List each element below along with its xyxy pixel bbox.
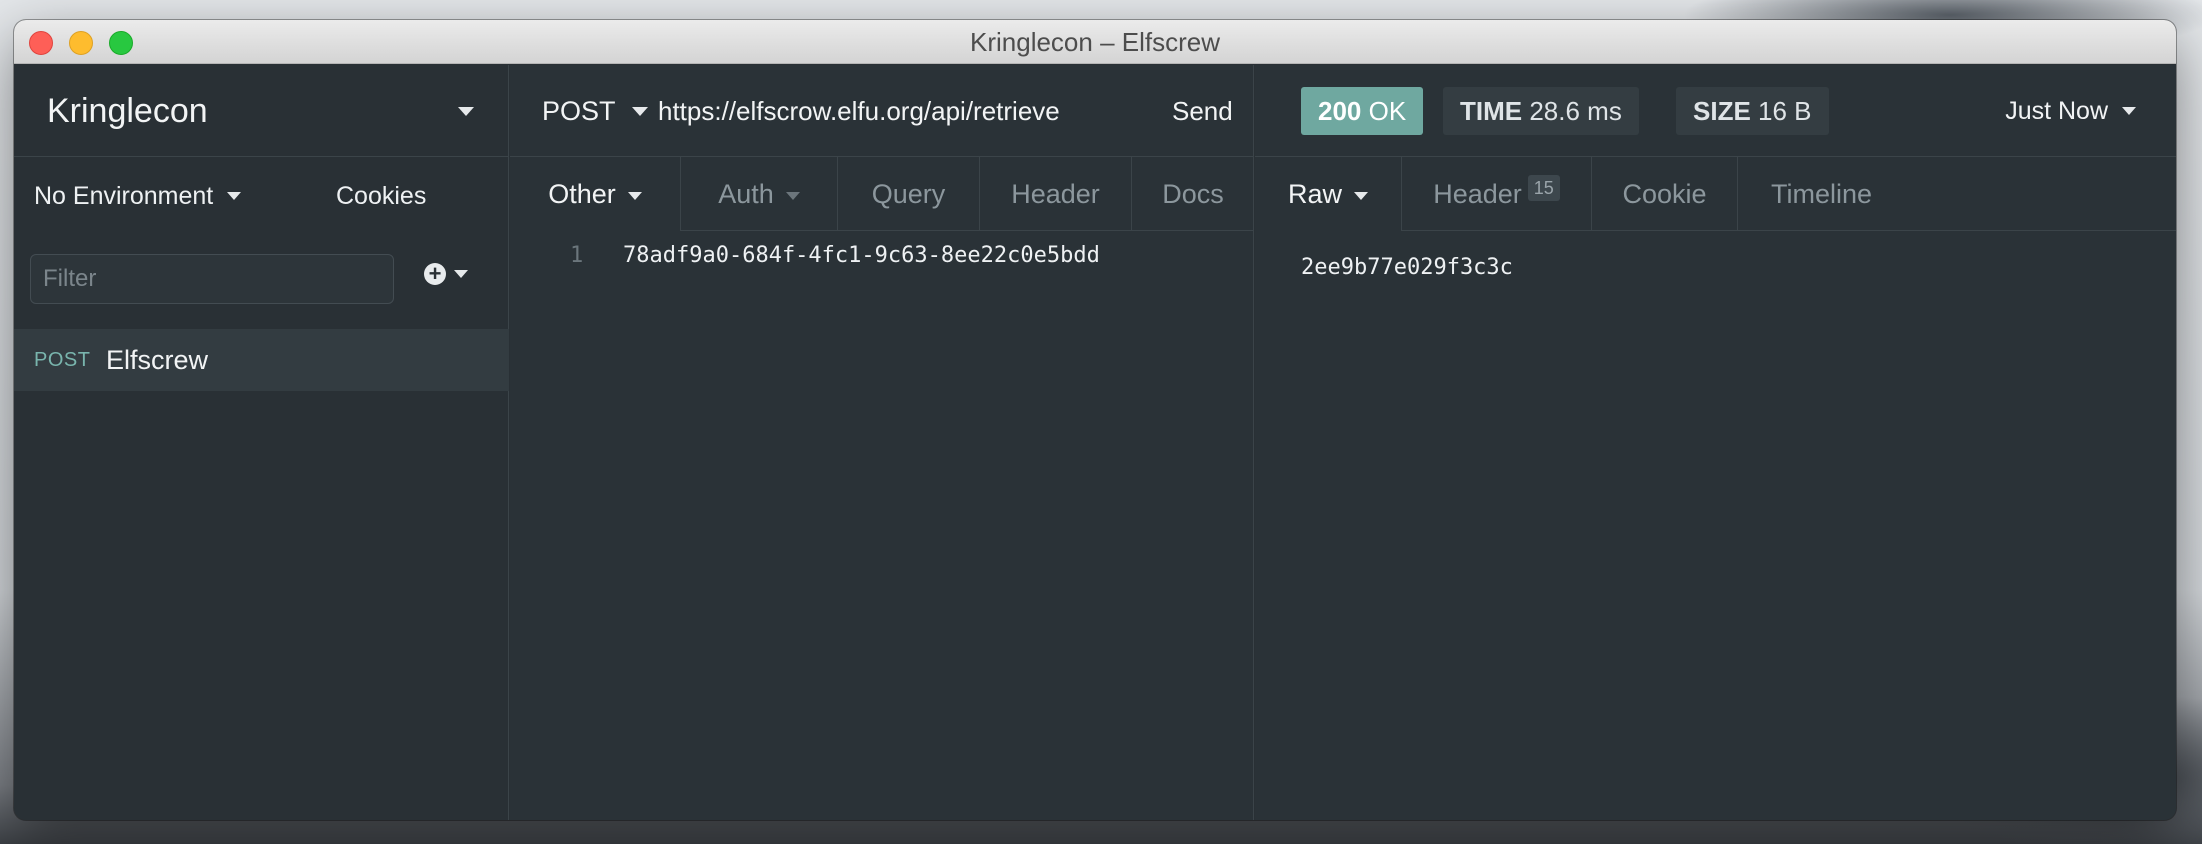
tab-auth[interactable]: Auth xyxy=(680,157,837,231)
chevron-down-icon xyxy=(1354,191,1368,200)
size-label: SIZE xyxy=(1693,96,1751,126)
tab-raw[interactable]: Raw xyxy=(1255,157,1401,232)
workspace-name: Kringlecon xyxy=(47,92,208,130)
send-button[interactable]: Send xyxy=(1172,65,1233,157)
request-method-badge: POST xyxy=(34,348,91,371)
chevron-down-icon[interactable] xyxy=(458,107,474,116)
history-dropdown[interactable]: Just Now xyxy=(2005,65,2136,157)
response-pane: 200 OK TIME 28.6 ms SIZE 16 B Just Now R… xyxy=(1255,65,2176,820)
chevron-down-icon xyxy=(2122,107,2136,115)
tab-label: Other xyxy=(548,179,616,209)
size-badge: SIZE 16 B xyxy=(1676,87,1829,135)
url-input[interactable] xyxy=(658,87,1108,135)
method-dropdown[interactable]: POST xyxy=(542,65,648,157)
time-label: TIME xyxy=(1460,96,1523,126)
tab-header[interactable]: Header xyxy=(979,157,1131,231)
url-bar: POST Send xyxy=(510,65,1253,157)
chevron-down-icon xyxy=(627,191,642,200)
status-text: OK xyxy=(1368,96,1407,126)
response-meta-bar: 200 OK TIME 28.6 ms SIZE 16 B Just Now xyxy=(1255,65,2176,157)
time-value: 28.6 ms xyxy=(1529,96,1622,126)
sidebar: Kringlecon No Environment Cookies + POST… xyxy=(14,65,509,820)
workspace-header[interactable]: Kringlecon xyxy=(14,65,508,157)
time-badge: TIME 28.6 ms xyxy=(1443,87,1639,135)
tab-cookie[interactable]: Cookie xyxy=(1591,157,1737,231)
code-line: 78adf9a0-684f-4fc1-9c63-8ee22c0e5bdd xyxy=(623,243,1100,268)
method-label: POST xyxy=(542,96,616,126)
tab-body-type[interactable]: Other xyxy=(510,157,680,232)
add-request-button[interactable]: + xyxy=(424,263,468,285)
tab-response-header[interactable]: Header 15 xyxy=(1401,157,1591,231)
chevron-down-icon xyxy=(454,270,468,278)
plus-circle-icon: + xyxy=(424,263,446,285)
status-badge: 200 OK xyxy=(1301,87,1424,135)
window-title: Kringlecon – Elfscrew xyxy=(970,27,1220,57)
response-body: 2ee9b77e029f3c3c xyxy=(1301,255,1513,280)
request-name: Elfscrew xyxy=(106,344,209,375)
chevron-down-icon xyxy=(631,106,648,116)
request-body-editor[interactable]: 1 78adf9a0-684f-4fc1-9c63-8ee22c0e5bdd xyxy=(510,232,1253,820)
cookies-button[interactable]: Cookies xyxy=(336,157,426,235)
tab-docs[interactable]: Docs xyxy=(1131,157,1254,231)
status-code: 200 xyxy=(1318,96,1362,126)
line-number: 1 xyxy=(570,243,584,268)
chevron-down-icon xyxy=(785,191,800,200)
tab-query[interactable]: Query xyxy=(837,157,979,231)
chevron-down-icon xyxy=(227,192,242,200)
app-window: Kringlecon – Elfscrew Kringlecon No Envi… xyxy=(14,20,2176,820)
environment-label: No Environment xyxy=(34,182,214,210)
request-list-item[interactable]: POST Elfscrew xyxy=(14,329,509,391)
tab-label: Auth xyxy=(718,179,774,209)
filter-input[interactable] xyxy=(30,254,394,304)
title-bar: Kringlecon – Elfscrew xyxy=(14,20,2176,64)
tab-label: Raw xyxy=(1287,179,1342,209)
environment-selector[interactable]: No Environment xyxy=(34,157,242,235)
tab-timeline[interactable]: Timeline xyxy=(1737,157,1905,231)
tab-label: Header xyxy=(1433,179,1522,209)
size-value: 16 B xyxy=(1758,96,1812,126)
history-label: Just Now xyxy=(2005,97,2108,125)
app-content: Kringlecon No Environment Cookies + POST… xyxy=(14,65,2176,820)
header-count-badge: 15 xyxy=(1527,175,1560,201)
request-pane: POST Send Other Auth Query Header Docs 1… xyxy=(510,65,1254,820)
